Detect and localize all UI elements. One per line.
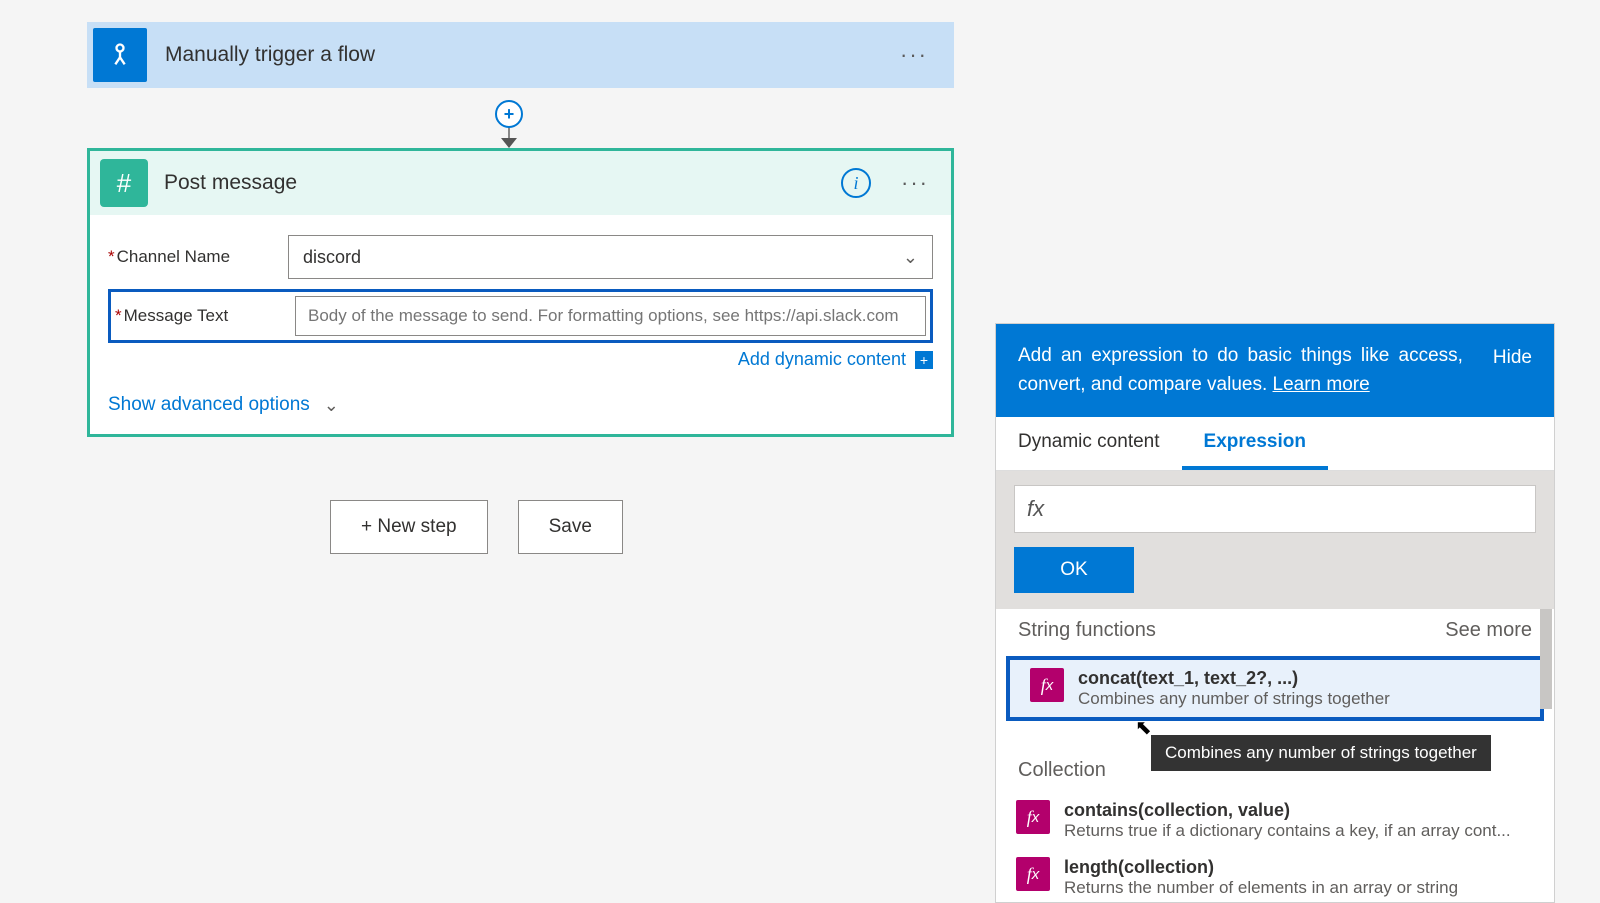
trigger-title: Manually trigger a flow (165, 43, 894, 67)
add-dynamic-plus-icon[interactable]: + (915, 351, 933, 369)
message-text-input[interactable] (295, 296, 926, 336)
fn-concat[interactable]: fx concat(text_1, text_2?, ...) Combines… (1006, 656, 1544, 721)
scrollbar[interactable] (1540, 609, 1552, 709)
trigger-menu-button[interactable]: ··· (894, 42, 934, 68)
connector: + (508, 88, 510, 148)
hide-panel-button[interactable]: Hide (1493, 342, 1532, 399)
new-step-button[interactable]: + New step (330, 500, 488, 554)
bottom-buttons: + New step Save (330, 500, 623, 554)
show-advanced-options-link[interactable]: Show advanced options ⌄ (108, 394, 933, 416)
save-button[interactable]: Save (518, 500, 623, 554)
post-message-card: # Post message i ··· *Channel Name disco… (87, 148, 954, 437)
expression-panel-header: Add an expression to do basic things lik… (996, 324, 1554, 417)
action-menu-button[interactable]: ··· (895, 170, 935, 196)
panel-tabs: Dynamic content Expression (996, 417, 1554, 471)
ok-button[interactable]: OK (1014, 547, 1134, 593)
fx-icon: fx (1016, 857, 1050, 891)
channel-name-value: discord (303, 247, 361, 268)
fx-icon: fx (1030, 668, 1064, 702)
action-title: Post message (164, 171, 841, 195)
add-dynamic-content-link[interactable]: Add dynamic content (738, 349, 906, 369)
chevron-down-icon: ⌄ (903, 247, 918, 268)
function-list: String functions See more fx concat(text… (996, 609, 1554, 902)
fx-icon: fx (1027, 496, 1044, 522)
message-text-row: *Message Text (108, 289, 933, 343)
message-text-label: *Message Text (115, 306, 295, 326)
channel-name-label: *Channel Name (108, 247, 288, 267)
expression-blurb: Add an expression to do basic things lik… (1018, 345, 1463, 395)
channel-name-row: *Channel Name discord ⌄ (108, 235, 933, 279)
info-icon[interactable]: i (841, 168, 871, 198)
fn-contains[interactable]: fx contains(collection, value) Returns t… (996, 792, 1554, 849)
action-header[interactable]: # Post message i ··· (90, 151, 951, 215)
channel-name-dropdown[interactable]: discord ⌄ (288, 235, 933, 279)
tooltip: Combines any number of strings together (1151, 735, 1491, 771)
section-string-functions: String functions See more (996, 609, 1554, 652)
fn-length[interactable]: fx length(collection) Returns the number… (996, 849, 1554, 902)
chevron-down-icon: ⌄ (324, 395, 339, 416)
tab-dynamic-content[interactable]: Dynamic content (996, 417, 1182, 470)
fx-icon: fx (1016, 800, 1050, 834)
see-more-string[interactable]: See more (1445, 619, 1532, 642)
learn-more-link[interactable]: Learn more (1273, 374, 1370, 395)
expression-panel: Add an expression to do basic things lik… (995, 323, 1555, 903)
add-step-inline-button[interactable]: + (495, 100, 523, 128)
tab-expression[interactable]: Expression (1182, 417, 1328, 470)
slack-hash-icon: # (100, 159, 148, 207)
expression-input[interactable]: fx (1014, 485, 1536, 533)
manual-trigger-icon (93, 28, 147, 82)
trigger-card[interactable]: Manually trigger a flow ··· (87, 22, 954, 88)
